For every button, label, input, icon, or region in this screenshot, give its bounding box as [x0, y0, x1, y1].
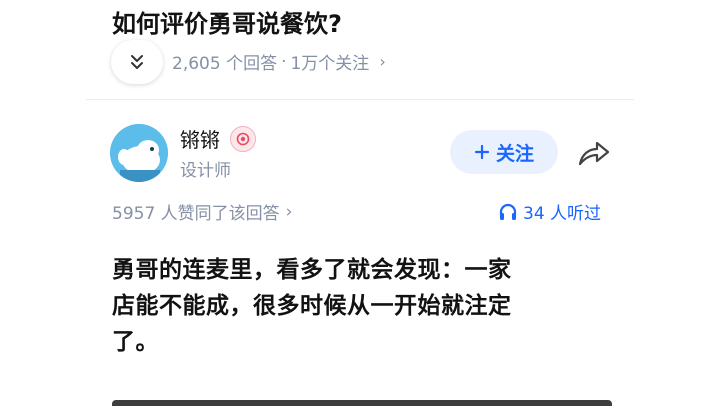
follow-label: 关注	[495, 142, 534, 165]
divider	[86, 99, 634, 100]
plus-icon	[474, 144, 490, 160]
answer-line: 了。	[112, 329, 159, 355]
answer-line: 勇哥的连麦里，看多了就会发现：一家	[112, 257, 512, 283]
collapse-button[interactable]	[111, 40, 163, 84]
author-name[interactable]: 锵锵	[180, 124, 220, 153]
answer-content[interactable]: 勇哥的连麦里，看多了就会发现：一家 店能不能成，很多时候从一开始就注定 了。	[112, 252, 612, 360]
chevron-right-icon: ›	[285, 201, 293, 222]
listened-count[interactable]: 34 人听过	[499, 199, 601, 224]
share-button[interactable]	[576, 136, 612, 170]
avatar-image	[110, 124, 168, 182]
author-role: 设计师	[180, 161, 231, 181]
listened-text: 34 人听过	[523, 204, 602, 224]
creator-badge-icon	[230, 125, 256, 152]
headphones-icon	[499, 203, 517, 220]
follow-count: 1万个关注	[290, 54, 370, 74]
answer-count: 2,605 个回答	[172, 54, 278, 74]
agree-count[interactable]: 5957 人赞同了该回答 ›	[112, 199, 293, 225]
follow-button[interactable]: 关注	[450, 130, 558, 174]
question-meta[interactable]: 2,605 个回答 · 1万个关注 ›	[172, 49, 386, 75]
author-info[interactable]: 锵锵	[180, 124, 256, 153]
question-title[interactable]: 如何评价勇哥说餐饮?	[112, 4, 342, 39]
answer-line: 店能不能成，很多时候从一开始就注定	[112, 293, 512, 319]
answer-image-preview[interactable]	[112, 400, 612, 406]
avatar[interactable]	[110, 124, 168, 182]
share-icon	[578, 141, 610, 166]
agree-text: 5957 人赞同了该回答	[112, 204, 280, 224]
double-chevron-down-icon	[131, 55, 143, 69]
meta-separator: ·	[281, 51, 287, 72]
chevron-right-icon: ›	[379, 52, 386, 71]
